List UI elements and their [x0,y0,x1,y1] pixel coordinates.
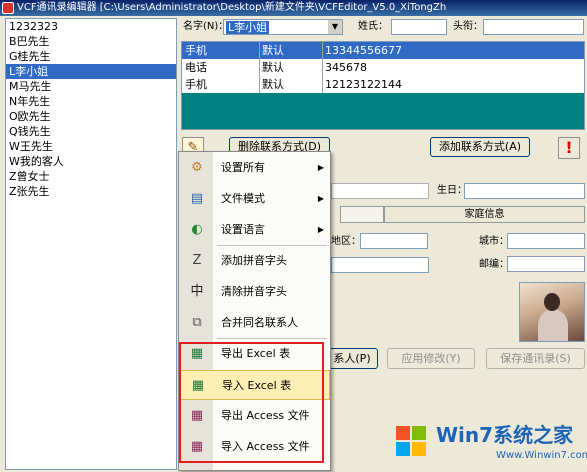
contact-list-item[interactable]: Q钱先生 [6,124,176,139]
submenu-arrow-icon: ▶ [317,225,324,234]
window-title: VCF通讯录编辑器 [C:\Users\Administrator\Deskto… [17,2,447,13]
photo-figure [538,309,568,341]
menu-item-label: 文件模式 [221,192,265,205]
contact-list-item[interactable]: B巴先生 [6,34,176,49]
contact-list-item[interactable]: O欧先生 [6,109,176,124]
menu-item-label: 合并同名联系人 [221,316,298,329]
contact-list-item[interactable]: L李小姐 [6,64,176,79]
contact-list-item[interactable]: 1232323 [6,19,176,34]
alert-icon[interactable]: ! [558,137,580,159]
contact-list[interactable]: 1232323 B巴先生 G桂先生 L李小姐 M马先生 N年先生 O欧先生 Q钱先生 W王先生 W… [5,18,177,470]
menu-item[interactable]: ▤ 文件模式 ▶ [179,184,330,214]
contact-list-item[interactable]: Z张先生 [6,184,176,199]
menu-item-label: 设置所有 [221,161,265,174]
phone-number: 12123122144 [325,78,402,91]
contact-photo[interactable] [519,282,585,342]
add-contact-method-button[interactable]: 添加联系方式(A) [430,137,530,157]
city-field[interactable] [507,233,585,249]
pinyin-add-icon: Z [192,253,202,268]
detail-field[interactable] [331,183,429,199]
phone-type: 电话 [185,61,207,74]
menu-item[interactable]: ⚙ 设置所有 ▶ [179,153,330,183]
watermark-brand: Win7系统之家 [436,423,574,447]
menu-item[interactable]: ⧉ 合并同名联系人 [179,308,330,338]
column-divider [259,42,260,93]
postcode-label: 邮编： [479,259,509,270]
surname-field[interactable] [391,19,447,35]
menu-item[interactable]: ◐ 设置语言 ▶ [179,215,330,245]
save-contacts-button[interactable]: 保存通讯录(S) [486,348,585,369]
submenu-arrow-icon: ▶ [317,163,324,172]
contact-list-item[interactable]: N年先生 [6,94,176,109]
language-icon: ◐ [191,222,203,237]
birthday-field[interactable] [464,183,585,199]
menu-item[interactable]: Z 添加拼音字头 [179,246,330,276]
menu-item-label: 添加拼音字头 [221,254,287,267]
phone-type: 手机 [185,78,207,91]
phone-type: 手机 [185,44,207,57]
name-label: 名字(N)： [183,21,229,32]
submenu-arrow-icon: ▶ [317,194,324,203]
phone-number: 345678 [325,61,367,74]
windows-logo-icon [396,426,428,458]
file-mode-icon: ▤ [190,191,204,206]
menu-item-label: 设置语言 [221,223,265,236]
photo-head [544,293,560,311]
phone-row[interactable]: 电话 默认 345678 [182,59,584,76]
address-field[interactable] [331,257,429,273]
postcode-field[interactable] [507,256,585,272]
contact-list-item[interactable]: W我的客人 [6,154,176,169]
birthday-label: 生日： [437,185,467,196]
contact-list-item[interactable]: M马先生 [6,79,176,94]
menu-item[interactable]: 中 清除拼音字头 [179,277,330,307]
phone-number: 13344556677 [325,44,402,57]
district-field[interactable] [360,233,428,249]
title-bar: VCF通讯录编辑器 [C:\Users\Administrator\Deskto… [0,0,587,16]
surname-label: 姓氏： [358,21,388,32]
menu-item-label: 清除拼音字头 [221,285,287,298]
tab-work[interactable] [340,206,384,223]
watermark: Win7系统之家 Www.Winwin7.com [396,420,587,470]
phone-label: 默认 [262,78,284,91]
phone-list[interactable]: 手机 默认 12123122144 电话 默认 345678 手机 默认 13344556677 [181,41,585,130]
phone-label: 默认 [262,61,284,74]
add-contact-person-button[interactable]: 系人(P) [326,348,378,369]
contact-list-item[interactable]: Z曾女士 [6,169,176,184]
name-value: L李小姐 [226,21,270,34]
phone-label: 默认 [262,44,284,57]
title-label: 头衔： [453,21,483,32]
city-label: 城市： [479,236,509,247]
highlight-box [179,342,324,463]
column-divider [322,42,323,93]
watermark-url: Www.Winwin7.com [496,450,587,461]
name-combobox[interactable]: L李小姐 ▼ [223,19,343,35]
apply-changes-button[interactable]: 应用修改(Y) [387,348,475,369]
detail-tabs: 家庭信息 [340,206,585,223]
app-icon [2,2,14,14]
chevron-down-icon[interactable]: ▼ [328,20,342,34]
phone-row[interactable]: 手机 默认 13344556677 [182,42,584,59]
phone-row[interactable]: 手机 默认 12123122144 [182,76,584,93]
merge-icon: ⧉ [192,315,202,330]
district-label: 地区： [331,236,361,247]
contact-list-item[interactable]: G桂先生 [6,49,176,64]
pinyin-clear-icon: 中 [190,284,204,299]
title-field[interactable] [483,19,584,35]
tab-family-info[interactable]: 家庭信息 [384,206,585,223]
contact-list-item[interactable]: W王先生 [6,139,176,154]
settings-icon: ⚙ [191,160,203,175]
